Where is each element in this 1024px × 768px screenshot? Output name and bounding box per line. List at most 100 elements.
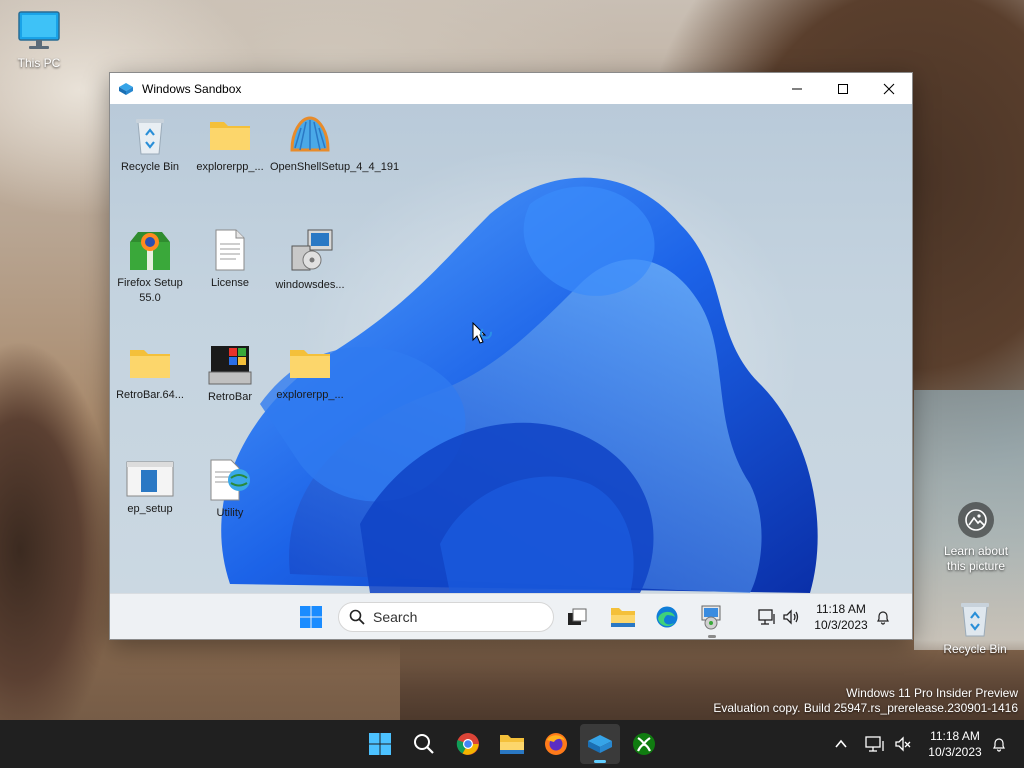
active-indicator bbox=[594, 760, 606, 763]
desktop-icon-recycle-bin[interactable]: Recycle Bin bbox=[936, 598, 1014, 657]
sandbox-clock[interactable]: 11:18 AM 10/3/2023 bbox=[806, 601, 876, 633]
sandbox-task-view-button[interactable] bbox=[562, 602, 592, 632]
windows-logo-icon bbox=[369, 733, 391, 755]
folder-icon bbox=[290, 350, 330, 378]
sandbox-notifications-button[interactable] bbox=[868, 602, 898, 632]
sandbox-icon-retrobar[interactable]: RetroBar bbox=[190, 342, 270, 405]
installer-box-icon bbox=[130, 232, 170, 270]
search-icon bbox=[349, 609, 365, 625]
minimize-button[interactable] bbox=[774, 73, 820, 104]
close-button[interactable] bbox=[866, 73, 912, 104]
mouse-cursor-icon bbox=[472, 322, 492, 344]
sandbox-app-icon bbox=[119, 82, 133, 95]
windows-sandbox-taskbar-button[interactable] bbox=[580, 724, 620, 764]
sandbox-icon-windowsdesktop[interactable]: windowsdes... bbox=[270, 228, 350, 293]
file-explorer-button[interactable] bbox=[492, 724, 532, 764]
sandbox-icon-label: OpenShellSetup_4_4_191 bbox=[270, 161, 400, 173]
running-indicator bbox=[708, 635, 716, 638]
sandbox-window[interactable]: Windows Sandbox Recycle Bin explorerpp_.… bbox=[109, 72, 913, 640]
sandbox-icon-retrobar64-zip[interactable]: RetroBar.64... bbox=[110, 342, 190, 403]
edge-icon bbox=[656, 606, 678, 628]
sandbox-icon-label: ep_setup bbox=[127, 503, 173, 515]
sandbox-icon-license[interactable]: License bbox=[190, 228, 270, 291]
volume-icon bbox=[783, 609, 799, 625]
sandbox-icon-label: explorerpp_... bbox=[276, 389, 344, 401]
desktop-icon-this-pc[interactable]: This PC bbox=[0, 10, 78, 71]
setup-computer-icon bbox=[291, 229, 333, 271]
maximize-button[interactable] bbox=[820, 73, 866, 104]
sandbox-date: 10/3/2023 bbox=[814, 618, 868, 632]
control-panel-icon bbox=[701, 605, 721, 630]
windows-logo-icon bbox=[300, 606, 322, 628]
host-taskbar: 11:18 AM 10/3/2023 bbox=[0, 720, 1024, 768]
sandbox-icon-label: windowsdes... bbox=[275, 279, 345, 291]
sandbox-icon-label: RetroBar bbox=[207, 391, 253, 403]
sandbox-icon-label: explorerpp_... bbox=[196, 161, 264, 173]
network-icon bbox=[758, 609, 775, 625]
notifications-button[interactable] bbox=[984, 724, 1014, 764]
search-icon bbox=[414, 734, 434, 754]
host-clock[interactable]: 11:18 AM 10/3/2023 bbox=[918, 728, 992, 760]
sandbox-icon-openshell[interactable]: OpenShellSetup_4_4_191 bbox=[270, 114, 399, 175]
chrome-button[interactable] bbox=[448, 724, 488, 764]
retrobar-icon bbox=[208, 346, 252, 385]
app-window-icon bbox=[126, 461, 174, 497]
sandbox-icon-ep-setup[interactable]: ep_setup bbox=[110, 458, 190, 517]
watermark-line1: Windows 11 Pro Insider Preview bbox=[846, 686, 1018, 700]
sandbox-icon-label: Recycle Bin bbox=[120, 161, 180, 173]
sandbox-start-button[interactable] bbox=[296, 602, 326, 632]
sandbox-time: 11:18 AM bbox=[816, 602, 866, 616]
openshell-icon bbox=[290, 116, 330, 152]
sandbox-edge-button[interactable] bbox=[652, 602, 682, 632]
file-explorer-icon bbox=[611, 608, 635, 627]
folder-icon bbox=[210, 122, 250, 150]
window-title: Windows Sandbox bbox=[142, 81, 242, 96]
sandbox-icon-utility[interactable]: Utility bbox=[190, 458, 270, 521]
file-explorer-icon bbox=[500, 735, 524, 754]
learn-label-line2: this picture bbox=[946, 559, 1006, 573]
sandbox-taskbar: Search 11:18 AM 10/3/2023 bbox=[110, 593, 912, 639]
utility-document-icon bbox=[210, 459, 250, 501]
close-icon bbox=[883, 83, 895, 94]
learn-about-picture[interactable]: Learn about this picture bbox=[938, 502, 1014, 574]
chrome-icon bbox=[456, 733, 479, 755]
bell-icon bbox=[877, 611, 889, 625]
sandbox-icon-recycle-bin[interactable]: Recycle Bin bbox=[110, 114, 190, 175]
watermark-line2: Evaluation copy. Build 25947.rs_prerelea… bbox=[713, 701, 1018, 715]
sandbox-icon-label: RetroBar.64... bbox=[116, 389, 184, 401]
chevron-up-icon bbox=[835, 739, 847, 748]
xbox-button[interactable] bbox=[624, 724, 664, 764]
recycle-bin-icon bbox=[961, 603, 989, 637]
host-date: 10/3/2023 bbox=[928, 745, 982, 759]
sandbox-desktop[interactable]: Recycle Bin explorerpp_... OpenShellSetu… bbox=[110, 104, 912, 593]
sandbox-icon-explorerpp-zip[interactable]: explorerpp_... bbox=[190, 114, 270, 175]
show-hidden-icons-button[interactable] bbox=[826, 724, 856, 764]
xbox-icon bbox=[633, 733, 655, 755]
network-button[interactable] bbox=[860, 724, 890, 764]
firefox-button[interactable] bbox=[536, 724, 576, 764]
sandbox-icon-label: License bbox=[211, 277, 249, 289]
sandbox-control-panel-button[interactable] bbox=[696, 602, 726, 632]
sandbox-icon-label: Utility bbox=[216, 507, 244, 519]
sandbox-file-explorer-button[interactable] bbox=[608, 602, 638, 632]
windows-watermark: Windows 11 Pro Insider Preview Evaluatio… bbox=[713, 686, 1018, 716]
maximize-icon bbox=[838, 83, 848, 94]
search-button[interactable] bbox=[404, 724, 444, 764]
sandbox-titlebar[interactable]: Windows Sandbox bbox=[110, 73, 912, 104]
task-view-icon bbox=[568, 608, 587, 625]
recycle-bin-icon bbox=[136, 119, 164, 155]
bell-icon bbox=[993, 738, 1005, 752]
start-button[interactable] bbox=[360, 724, 400, 764]
sandbox-volume-button[interactable] bbox=[776, 602, 806, 632]
sandbox-icon-explorerpp-zip-2[interactable]: explorerpp_... bbox=[270, 342, 350, 403]
volume-muted-icon bbox=[895, 736, 911, 752]
sandbox-icon-firefox-setup[interactable]: Firefox Setup 55.0 bbox=[110, 228, 190, 306]
sandbox-search-box[interactable]: Search bbox=[338, 602, 554, 632]
desktop-icon-label: Recycle Bin bbox=[943, 642, 1007, 656]
search-placeholder: Search bbox=[373, 609, 418, 625]
desktop-icon-label: This PC bbox=[17, 56, 61, 70]
volume-button[interactable] bbox=[888, 724, 918, 764]
minimize-icon bbox=[792, 88, 802, 89]
learn-label-line1: Learn about bbox=[943, 544, 1009, 558]
camera-icon bbox=[958, 502, 994, 538]
